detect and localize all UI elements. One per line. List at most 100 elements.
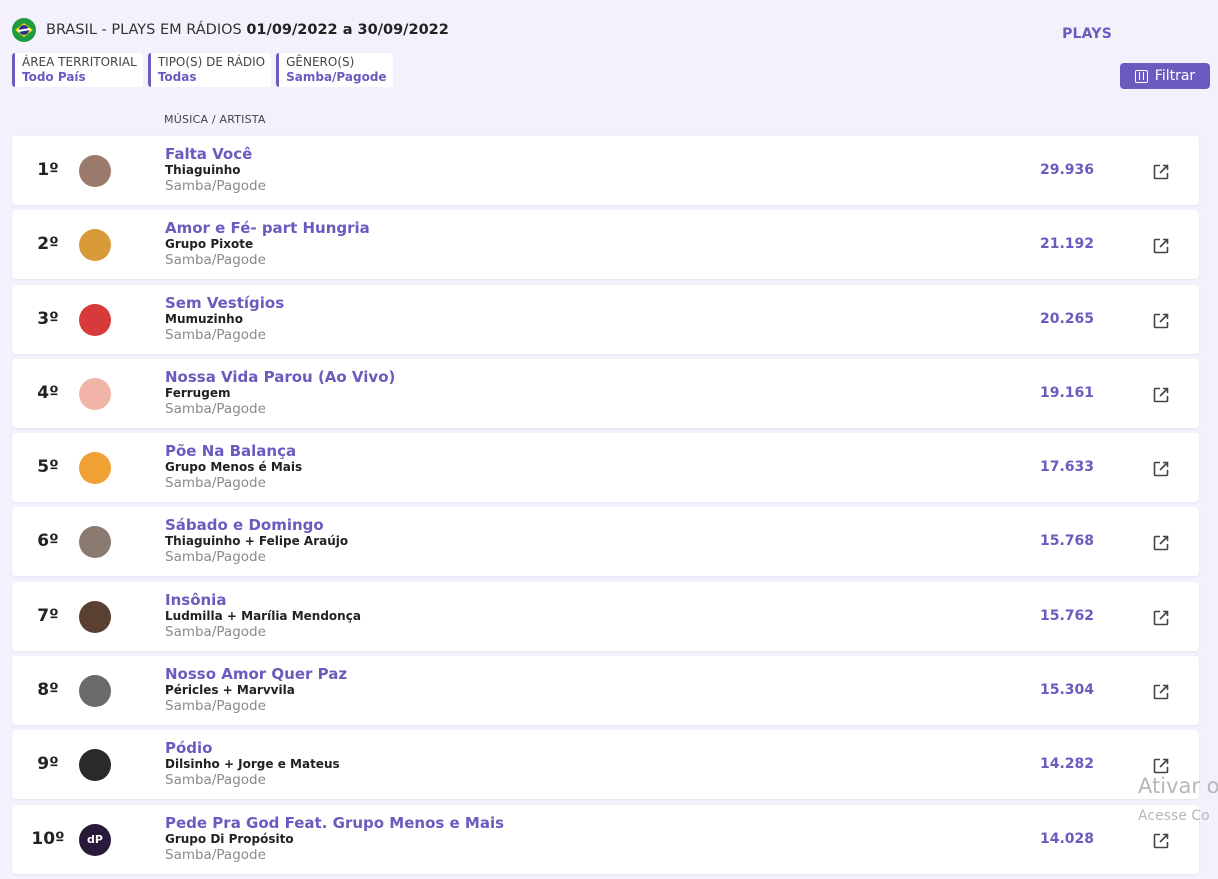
artist-avatar: [79, 600, 111, 633]
song-title[interactable]: Nossa Vida Parou (Ao Vivo): [165, 368, 395, 386]
song-info: Pódio Dilsinho + Jorge e Mateus Samba/Pago…: [165, 739, 340, 788]
ranking-list: 1º Falta Você Thiaguinho Samba/Pagode 29.936…: [12, 136, 1199, 879]
external-link-icon[interactable]: [1152, 163, 1170, 181]
external-link-icon[interactable]: [1152, 534, 1170, 552]
genre-label: Samba/Pagode: [165, 400, 266, 417]
rank-number: 6º: [37, 531, 59, 552]
song-title[interactable]: Pódio: [165, 739, 340, 757]
song-title[interactable]: Sem Vestígios: [165, 294, 284, 312]
plays-count: 14.028: [1039, 830, 1094, 847]
ranking-row[interactable]: 2º Amor e Fé- part Hungria Grupo Pixote Sam…: [12, 210, 1199, 280]
song-title[interactable]: Põe Na Balança: [165, 442, 302, 460]
ranking-row[interactable]: 7º Insônia Ludmilla + Marília Mendonça Samb…: [12, 581, 1199, 651]
filter-chip[interactable]: ÁREA TERRITORIAL Todo País: [12, 53, 143, 87]
external-link-icon[interactable]: [1152, 237, 1170, 255]
genre-label: Samba/Pagode: [165, 698, 266, 715]
song-info: Amor e Fé- part Hungria Grupo Pixote Samba…: [165, 219, 370, 268]
song-title[interactable]: Pede Pra God Feat. Grupo Menos e Mais: [165, 814, 504, 832]
filter-chip-value: Todas: [157, 70, 197, 84]
filter-chip-label: TIPO(S) DE RÁDIO: [157, 55, 266, 69]
genre-label: Samba/Pagode: [165, 178, 266, 194]
plays-count: 14.282: [1039, 756, 1094, 773]
date-range: 01/09/2022 a 30/09/2022: [246, 22, 449, 38]
genre-label: Samba/Pagode: [165, 475, 266, 492]
genre-label: Samba/Pagode: [165, 252, 266, 269]
ranking-row[interactable]: 6º Sábado e Domingo Thiaguinho + Felipe Ar…: [12, 507, 1199, 577]
song-info: Põe Na Balança Grupo Menos é Mais Samba/Pa…: [165, 442, 302, 491]
genre-label: Samba/Pagode: [165, 326, 266, 343]
rank-number: 8º: [37, 680, 59, 701]
artist-name: Ludmilla + Marília Mendonça: [165, 608, 361, 623]
artist-name: Dilsinho + Jorge e Mateus: [165, 757, 340, 772]
external-link-icon[interactable]: [1152, 832, 1170, 850]
rank-number: 7º: [37, 605, 59, 626]
song-info: Nosso Amor Quer Paz Péricles + Marvvila Sa…: [165, 665, 347, 714]
rank-number: 3º: [37, 308, 59, 329]
activation-watermark-title: Ativar o: [1138, 774, 1218, 798]
plays-count: 15.762: [1039, 607, 1094, 624]
artist-avatar: [79, 749, 111, 782]
filter-chip[interactable]: TIPO(S) DE RÁDIO Todas: [147, 53, 272, 87]
filter-button-label: Filtrar: [1154, 68, 1196, 84]
ranking-row[interactable]: 8º Nosso Amor Quer Paz Péricles + Marvvila…: [12, 656, 1199, 726]
artist-name: Mumuzinho: [165, 311, 243, 326]
artist-name: Thiaguinho + Felipe Araújo: [165, 534, 349, 549]
plays-count: 15.768: [1039, 533, 1094, 550]
genre-label: Samba/Pagode: [165, 623, 266, 640]
external-link-icon[interactable]: [1152, 757, 1170, 775]
ranking-row[interactable]: 1º Falta Você Thiaguinho Samba/Pagode 29.936: [12, 136, 1199, 205]
song-title[interactable]: Falta Você: [165, 145, 266, 163]
song-info: Falta Você Thiaguinho Samba/Pagode: [165, 145, 266, 194]
rank-number: 4º: [37, 382, 59, 403]
external-link-icon[interactable]: [1152, 460, 1170, 478]
filter-button[interactable]: Filtrar: [1120, 63, 1210, 89]
filter-chip-value: Todo País: [22, 70, 86, 84]
rank-number: 5º: [37, 457, 59, 478]
artist-avatar: [79, 377, 111, 410]
external-link-icon[interactable]: [1152, 386, 1170, 404]
artist-name: Péricles + Marvvila: [165, 683, 295, 698]
plays-count: 29.936: [1039, 162, 1094, 178]
genre-label: Samba/Pagode: [165, 772, 266, 789]
filter-chip[interactable]: GÊNERO(S) Samba/Pagode: [276, 53, 393, 87]
song-info: Pede Pra God Feat. Grupo Menos e Mais Gru…: [165, 814, 504, 863]
song-title[interactable]: Sábado e Domingo: [165, 516, 348, 534]
rank-number: 1º: [37, 160, 59, 180]
title-text: BRASIL - PLAYS EM RÁDIOS: [46, 22, 242, 38]
activation-watermark-subtitle: Acesse Co: [1138, 808, 1210, 824]
song-title[interactable]: Nosso Amor Quer Paz: [165, 665, 347, 683]
filter-chip-label: GÊNERO(S): [286, 55, 355, 69]
ranking-row[interactable]: 5º Põe Na Balança Grupo Menos é Mais Samba/…: [12, 433, 1199, 503]
plays-count: 15.304: [1039, 682, 1094, 699]
artist-avatar: [79, 303, 111, 336]
external-link-icon[interactable]: [1152, 609, 1170, 627]
ranking-row[interactable]: 10º dP Pede Pra God Feat. Grupo Menos e Ma…: [12, 804, 1199, 874]
genre-label: Samba/Pagode: [165, 549, 266, 566]
artist-name: Grupo Pixote: [165, 237, 254, 252]
filter-chip-label: ÁREA TERRITORIAL: [22, 55, 137, 69]
rank-number: 10º: [31, 828, 65, 849]
song-info: Sábado e Domingo Thiaguinho + Felipe Araú…: [165, 516, 348, 565]
plays-count: 21.192: [1039, 236, 1094, 253]
ranking-row[interactable]: 4º Nossa Vida Parou (Ao Vivo) Ferrugem Samb…: [12, 358, 1199, 428]
plays-count: 19.161: [1039, 384, 1094, 401]
song-title[interactable]: Amor e Fé- part Hungria: [165, 219, 370, 237]
ranking-row[interactable]: 9º Pódio Dilsinho + Jorge e Mateus Samba/Pa…: [12, 730, 1199, 800]
plays-count: 17.633: [1039, 459, 1094, 476]
song-info: Insônia Ludmilla + Marília Mendonça Samba/…: [165, 591, 361, 640]
artist-avatar: [79, 155, 111, 187]
artist-avatar: [79, 675, 111, 708]
ranking-row[interactable]: 3º Sem Vestígios Mumuzinho Samba/Pagode 20.2…: [12, 284, 1199, 354]
external-link-icon[interactable]: [1152, 312, 1170, 330]
song-info: Nossa Vida Parou (Ao Vivo) Ferrugem Samba/…: [165, 368, 395, 417]
plays-count: 20.265: [1039, 310, 1094, 327]
sliders-icon: [1134, 69, 1148, 83]
page-title: BRASIL - PLAYS EM RÁDIOS 01/09/2022 a 30…: [46, 22, 449, 38]
column-header-music: MÚSICA / ARTISTA: [164, 113, 266, 126]
artist-name: Thiaguinho: [165, 163, 241, 177]
genre-label: Samba/Pagode: [165, 846, 266, 863]
column-header-plays: PLAYS: [1062, 26, 1112, 42]
external-link-icon[interactable]: [1152, 683, 1170, 701]
song-title[interactable]: Insônia: [165, 591, 361, 609]
filter-chip-value: Samba/Pagode: [286, 70, 387, 84]
